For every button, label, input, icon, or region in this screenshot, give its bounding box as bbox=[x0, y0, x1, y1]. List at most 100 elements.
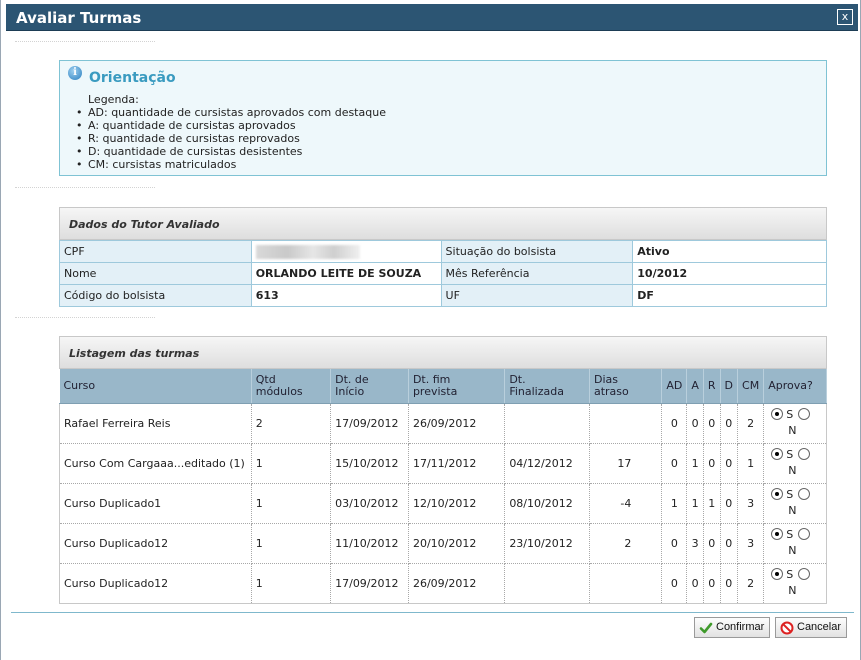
col-d[interactable]: D bbox=[720, 369, 739, 404]
table-header-row: Curso Qtd módulos Dt. de Início Dt. fim pre… bbox=[59, 369, 827, 404]
dialog-title: Avaliar Turmas bbox=[16, 9, 142, 27]
col-fin-line2: Finalizada bbox=[509, 384, 564, 398]
info-icon: i bbox=[68, 66, 82, 80]
table-row: Curso Duplicado12 1 11/10/2012 20/10/201… bbox=[59, 523, 827, 564]
col-ini-line2: Início bbox=[335, 384, 365, 398]
cell-curso: Curso Com Cargaaa...editado (1) bbox=[59, 443, 252, 484]
close-icon[interactable]: x bbox=[837, 9, 853, 25]
cell-finalizada: 04/12/2012 bbox=[504, 443, 590, 484]
turmas-panel-header: Listagem das turmas bbox=[59, 336, 827, 369]
col-cm[interactable]: CM bbox=[737, 369, 765, 404]
cell-ad: 0 bbox=[661, 563, 688, 604]
cell-fim-prevista: 17/11/2012 bbox=[408, 443, 506, 484]
aprova-nao-radio[interactable] bbox=[798, 448, 811, 460]
col-fim-line2: prevista bbox=[412, 384, 458, 398]
avaliar-turmas-dialog: Avaliar Turmas x i Orientação Legenda: A… bbox=[0, 0, 861, 660]
cell-curso: Curso Duplicado1 bbox=[59, 483, 252, 524]
check-icon bbox=[699, 622, 713, 633]
cell-a: 0 bbox=[686, 563, 704, 604]
turmas-panel-title: Listagem das turmas bbox=[69, 347, 200, 360]
tutor-row: Código do bolsista 613 UF DF bbox=[59, 284, 827, 307]
table-row: Curso Duplicado12 1 17/09/2012 26/09/201… bbox=[59, 563, 827, 604]
aprova-sim-label: S bbox=[786, 568, 794, 581]
tutor-row: Nome ORLANDO LEITE DE SOUZA Mês Referênc… bbox=[59, 262, 827, 285]
cancelar-button[interactable]: Cancelar bbox=[775, 617, 848, 638]
cell-qtd: 2 bbox=[251, 403, 332, 444]
aprova-nao-label: N bbox=[788, 544, 797, 557]
divider bbox=[15, 317, 155, 318]
cell-inicio: 03/10/2012 bbox=[330, 483, 409, 524]
col-dt-finalizada[interactable]: Dt. Finalizada bbox=[504, 369, 590, 404]
legend-item: R: quantidade de cursistas reprovados bbox=[76, 132, 386, 145]
table-row: Curso Com Cargaaa...editado (1) 1 15/10/… bbox=[59, 443, 827, 484]
aprova-sim-radio[interactable] bbox=[771, 448, 784, 460]
confirmar-button[interactable]: Confirmar bbox=[694, 617, 771, 638]
situacao-label: Situação do bolsista bbox=[440, 240, 634, 263]
mes-label: Mês Referência bbox=[440, 262, 634, 285]
cell-fim-prevista: 26/09/2012 bbox=[408, 403, 506, 444]
aprova-nao-radio[interactable] bbox=[798, 528, 811, 540]
cell-atraso bbox=[589, 403, 663, 444]
cell-ad: 0 bbox=[661, 523, 688, 564]
cell-r: 0 bbox=[703, 403, 721, 444]
cell-inicio: 17/09/2012 bbox=[330, 403, 409, 444]
cell-cm: 2 bbox=[737, 563, 765, 604]
cell-qtd: 1 bbox=[251, 563, 332, 604]
col-curso[interactable]: Curso bbox=[59, 369, 252, 404]
aprova-sim-radio[interactable] bbox=[771, 528, 784, 540]
col-a[interactable]: A bbox=[686, 369, 704, 404]
orientacao-title: Orientação bbox=[89, 70, 176, 86]
cell-d: 0 bbox=[720, 563, 739, 604]
col-ad[interactable]: AD bbox=[661, 369, 688, 404]
aprova-sim-radio[interactable] bbox=[771, 568, 784, 580]
cell-cm: 1 bbox=[737, 443, 765, 484]
cell-atraso bbox=[589, 563, 663, 604]
legend-item: D: quantidade de cursistas desistentes bbox=[76, 145, 386, 158]
aprova-nao-label: N bbox=[788, 504, 797, 517]
cell-finalizada: 08/10/2012 bbox=[504, 483, 590, 524]
cell-aprova: S N bbox=[763, 523, 827, 564]
cell-a: 0 bbox=[686, 403, 704, 444]
uf-label: UF bbox=[440, 284, 634, 307]
table-row: Curso Duplicado1 1 03/10/2012 12/10/2012… bbox=[59, 483, 827, 524]
cell-inicio: 11/10/2012 bbox=[330, 523, 409, 564]
confirmar-label: Confirmar bbox=[716, 621, 765, 633]
col-qtd-modulos[interactable]: Qtd módulos bbox=[251, 369, 332, 404]
aprova-sim-radio[interactable] bbox=[771, 408, 784, 420]
cell-d: 0 bbox=[720, 523, 739, 564]
cell-atraso: 2 bbox=[589, 523, 663, 564]
cell-r: 0 bbox=[703, 523, 721, 564]
legend-item: CM: cursistas matriculados bbox=[76, 158, 386, 171]
legend-item: A: quantidade de cursistas aprovados bbox=[76, 119, 386, 132]
cell-inicio: 17/09/2012 bbox=[330, 563, 409, 604]
cell-aprova: S N bbox=[763, 443, 827, 484]
col-r[interactable]: R bbox=[703, 369, 721, 404]
dialog-titlebar: Avaliar Turmas x bbox=[6, 4, 858, 31]
aprova-sim-label: S bbox=[786, 488, 794, 501]
uf-value: DF bbox=[632, 284, 827, 307]
col-dt-fim-prevista[interactable]: Dt. fim prevista bbox=[408, 369, 506, 404]
orientacao-box: i Orientação Legenda: AD: quantidade de … bbox=[59, 60, 827, 176]
tutor-panel-title: Dados do Tutor Avaliado bbox=[69, 218, 220, 231]
cell-a: 3 bbox=[686, 523, 704, 564]
cell-r: 0 bbox=[703, 563, 721, 604]
col-aprova[interactable]: Aprova? bbox=[763, 369, 827, 404]
codigo-value: 613 bbox=[250, 284, 442, 307]
no-entry-icon bbox=[780, 621, 794, 634]
divider bbox=[15, 41, 155, 42]
divider bbox=[15, 187, 155, 188]
table-row: Rafael Ferreira Reis 2 17/09/2012 26/09/… bbox=[59, 403, 827, 444]
aprova-sim-radio[interactable] bbox=[771, 488, 784, 500]
aprova-nao-radio[interactable] bbox=[798, 568, 811, 580]
tutor-panel-header: Dados do Tutor Avaliado bbox=[59, 207, 827, 240]
turmas-table: Curso Qtd módulos Dt. de Início Dt. fim pre… bbox=[59, 369, 827, 604]
cell-curso: Curso Duplicado12 bbox=[59, 523, 252, 564]
cell-finalizada bbox=[504, 403, 590, 444]
legend-label: Legenda: bbox=[88, 93, 139, 106]
col-dt-inicio[interactable]: Dt. de Início bbox=[330, 369, 409, 404]
aprova-nao-radio[interactable] bbox=[798, 408, 811, 420]
aprova-nao-radio[interactable] bbox=[798, 488, 811, 500]
cpf-redacted bbox=[255, 244, 360, 259]
tutor-row: CPF Situação do bolsista Ativo bbox=[59, 240, 827, 263]
col-dias-atraso[interactable]: Dias atraso bbox=[589, 369, 663, 404]
